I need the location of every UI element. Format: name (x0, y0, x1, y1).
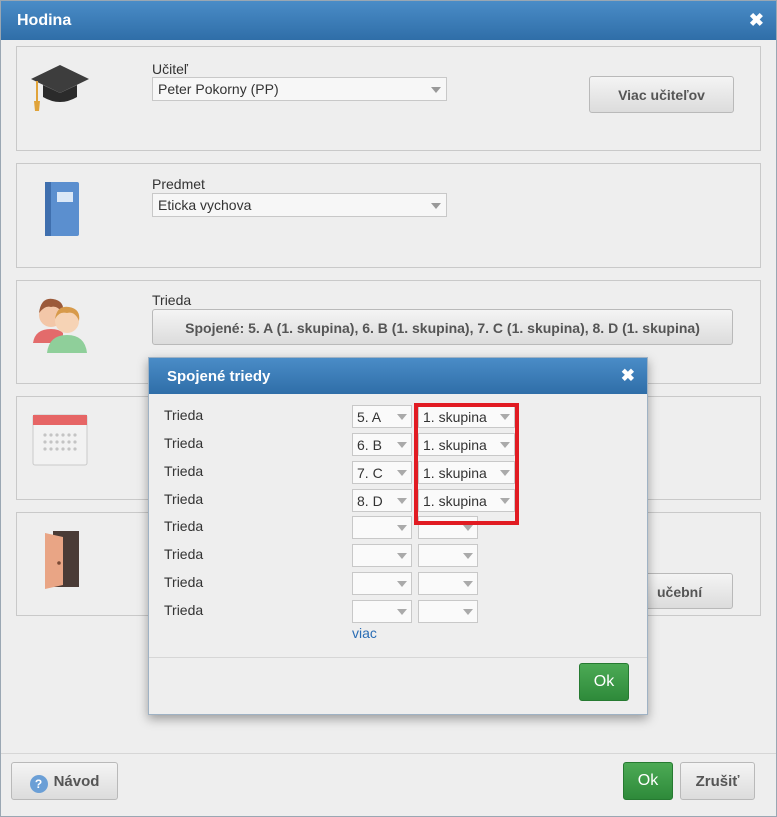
chevron-down-icon (397, 470, 407, 476)
modal-titlebar: Spojené triedy ✖ (149, 358, 647, 394)
dialog-title: Hodina (17, 12, 72, 29)
footer-divider (1, 753, 776, 754)
row-label: Trieda (164, 574, 204, 590)
modal-ok-button[interactable]: Ok (579, 663, 629, 701)
class-select[interactable] (352, 572, 412, 595)
class-label: Trieda (152, 292, 192, 308)
group-select[interactable] (418, 600, 478, 623)
row-label: Trieda (164, 491, 204, 507)
subject-select-value: Eticka vychova (158, 197, 252, 213)
class-select-value: 6. B (357, 437, 382, 453)
close-icon[interactable]: ✖ (749, 10, 764, 31)
chevron-down-icon (397, 414, 407, 420)
group-select[interactable] (418, 572, 478, 595)
more-link[interactable]: viac (352, 625, 377, 641)
chevron-down-icon (397, 609, 407, 615)
chevron-down-icon (397, 525, 407, 531)
highlight-box (414, 403, 519, 525)
help-button[interactable]: ? Návod (11, 762, 118, 800)
class-select-value: 8. D (357, 493, 383, 509)
help-button-label: Návod (53, 773, 100, 790)
chevron-down-icon (431, 87, 441, 93)
row-label: Trieda (164, 463, 204, 479)
group-select[interactable] (418, 544, 478, 567)
row-label: Trieda (164, 435, 204, 451)
graduation-cap-icon (31, 65, 89, 111)
teacher-select-value: Peter Pokorny (PP) (158, 81, 279, 97)
chevron-down-icon (397, 442, 407, 448)
teacher-select[interactable]: Peter Pokorny (PP) (152, 77, 447, 101)
close-icon[interactable]: ✖ (621, 366, 635, 386)
chevron-down-icon (463, 581, 473, 587)
cancel-button[interactable]: Zrušiť (680, 762, 755, 800)
calendar-icon (32, 414, 88, 466)
class-select[interactable]: 7. C (352, 461, 412, 484)
modal-divider (149, 657, 647, 658)
chevron-down-icon (463, 553, 473, 559)
subject-label: Predmet (152, 176, 205, 192)
chevron-down-icon (463, 609, 473, 615)
class-select-value: 7. C (357, 465, 383, 481)
class-select[interactable]: 6. B (352, 433, 412, 456)
class-select[interactable] (352, 544, 412, 567)
row-label: Trieda (164, 518, 204, 534)
teacher-label: Učiteľ (152, 61, 188, 77)
chevron-down-icon (463, 525, 473, 531)
book-icon (45, 182, 79, 236)
row-label: Trieda (164, 546, 204, 562)
teacher-panel: Učiteľ Peter Pokorny (PP) Viac učiteľov (16, 46, 761, 151)
door-icon (45, 531, 79, 589)
row-label: Trieda (164, 407, 204, 423)
chevron-down-icon (397, 553, 407, 559)
people-icon (33, 298, 87, 353)
help-icon: ? (29, 775, 48, 793)
row-label: Trieda (164, 602, 204, 618)
modal-title: Spojené triedy (167, 368, 271, 385)
class-select[interactable]: 8. D (352, 489, 412, 512)
chevron-down-icon (431, 203, 441, 209)
joined-classes-modal: Spojené triedy ✖ Trieda 5. A 1. skupina … (148, 357, 648, 715)
subject-panel: Predmet Eticka vychova (16, 163, 761, 268)
chevron-down-icon (397, 581, 407, 587)
ok-button[interactable]: Ok (623, 762, 673, 800)
class-select[interactable] (352, 600, 412, 623)
class-select[interactable] (352, 516, 412, 539)
lesson-dialog: Hodina ✖ Učiteľ Peter Pokorny (PP) Viac … (0, 0, 777, 817)
joined-classes-button[interactable]: Spojené: 5. A (1. skupina), 6. B (1. sku… (152, 309, 733, 345)
more-teachers-button[interactable]: Viac učiteľov (589, 76, 734, 113)
class-select[interactable]: 5. A (352, 405, 412, 428)
dialog-titlebar: Hodina ✖ (1, 1, 776, 40)
class-select-value: 5. A (357, 409, 382, 425)
subject-select[interactable]: Eticka vychova (152, 193, 447, 217)
chevron-down-icon (397, 498, 407, 504)
